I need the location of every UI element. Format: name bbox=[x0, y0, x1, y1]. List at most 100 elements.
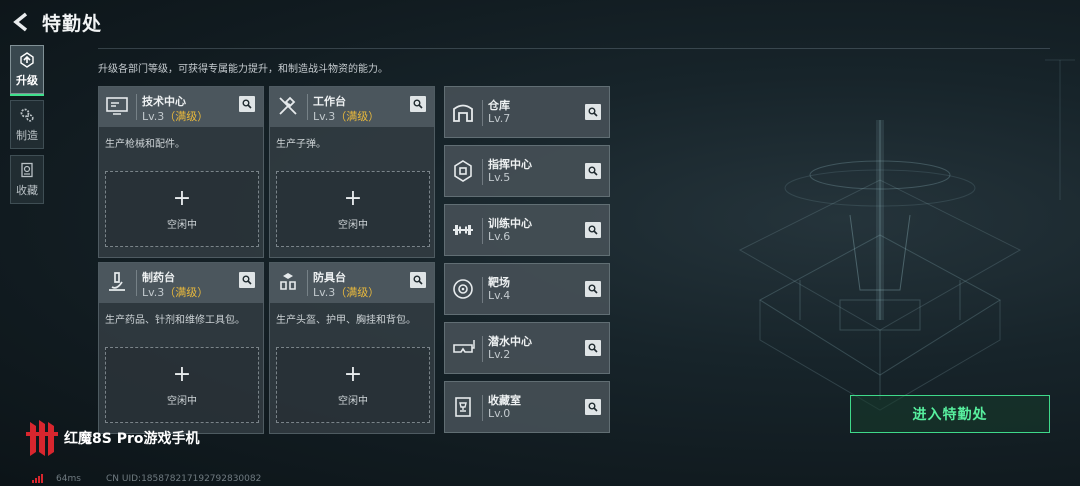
collection-icon bbox=[21, 162, 33, 177]
card-separator bbox=[482, 336, 483, 362]
facility-level: Lv.3（满级） bbox=[313, 110, 380, 123]
inspect-button[interactable] bbox=[585, 340, 601, 356]
search-icon bbox=[588, 107, 598, 117]
inspect-button[interactable] bbox=[585, 281, 601, 297]
facility-description: 生产枪械和配件。 bbox=[105, 139, 185, 150]
nav-label-collection: 收藏 bbox=[16, 183, 38, 197]
inspect-button[interactable] bbox=[585, 104, 601, 120]
inspect-button[interactable] bbox=[239, 272, 255, 288]
max-level-tag: （满级） bbox=[335, 110, 380, 123]
header-bar: 特勤处 bbox=[0, 0, 1080, 44]
card-separator bbox=[307, 94, 308, 120]
card-separator bbox=[482, 159, 483, 185]
facility-card-armor-bench: 防具台 Lv.3（满级） 生产头盔、护甲、胸挂和背包。 + 空闲中 bbox=[269, 262, 435, 434]
department-card-shooting-range[interactable]: 靶场 Lv.4 bbox=[444, 263, 610, 315]
card-separator bbox=[307, 270, 308, 296]
facility-name: 防具台 bbox=[313, 271, 346, 284]
signal-icon bbox=[32, 474, 43, 483]
warehouse-icon bbox=[453, 104, 473, 122]
card-header[interactable]: 制药台 Lv.3（满级） bbox=[99, 263, 263, 303]
ping-readout: 64ms bbox=[56, 474, 81, 484]
search-icon bbox=[588, 343, 598, 353]
search-icon bbox=[413, 275, 423, 285]
max-level-tag: （满级） bbox=[335, 286, 380, 299]
inspect-button[interactable] bbox=[585, 163, 601, 179]
nav-tab-collection[interactable]: 收藏 bbox=[10, 155, 44, 204]
inspect-button[interactable] bbox=[410, 96, 426, 112]
search-icon bbox=[413, 99, 423, 109]
nav-tab-upgrade[interactable]: 升级 bbox=[10, 45, 44, 96]
page-description: 升级各部门等级，可获得专属能力提升，和制造战斗物资的能力。 bbox=[98, 64, 388, 75]
department-name: 靶场 bbox=[488, 276, 510, 289]
red-magic-logo-icon bbox=[26, 420, 58, 456]
card-separator bbox=[482, 218, 483, 244]
add-icon: + bbox=[343, 185, 363, 211]
card-header[interactable]: 工作台 Lv.3（满级） bbox=[270, 87, 434, 127]
chip-icon bbox=[454, 160, 472, 182]
slot-status: 空闲中 bbox=[167, 395, 197, 407]
player-uid: CN UID:1858782171927928300​82 bbox=[106, 474, 262, 484]
production-slot[interactable]: + 空闲中 bbox=[276, 171, 430, 247]
facility-level: Lv.3（满级） bbox=[313, 286, 380, 299]
facility-description: 生产药品、针剂和维修工具包。 bbox=[105, 315, 245, 326]
search-icon bbox=[588, 284, 598, 294]
inspect-button[interactable] bbox=[585, 222, 601, 238]
department-card-training-center[interactable]: 训练中心 Lv.6 bbox=[444, 204, 610, 256]
department-name: 潜水中心 bbox=[488, 335, 532, 348]
dumbbell-icon bbox=[453, 225, 473, 235]
department-level: Lv.2 bbox=[488, 348, 511, 361]
inspect-button[interactable] bbox=[239, 96, 255, 112]
inspect-button[interactable] bbox=[410, 272, 426, 288]
facility-name: 工作台 bbox=[313, 95, 346, 108]
upgrade-icon bbox=[20, 51, 34, 68]
department-level: Lv.6 bbox=[488, 230, 511, 243]
page-title: 特勤处 bbox=[42, 12, 103, 35]
back-button[interactable] bbox=[8, 9, 34, 35]
search-icon bbox=[242, 99, 252, 109]
department-level: Lv.0 bbox=[488, 407, 511, 420]
production-slot[interactable]: + 空闲中 bbox=[276, 347, 430, 423]
monitor-icon bbox=[106, 97, 128, 115]
header-divider bbox=[98, 48, 1050, 49]
department-name: 收藏室 bbox=[488, 394, 521, 407]
nav-tab-craft[interactable]: 制造 bbox=[10, 100, 44, 149]
back-arrow-icon bbox=[13, 12, 28, 32]
department-card-command-center[interactable]: 指挥中心 Lv.5 bbox=[444, 145, 610, 197]
card-separator bbox=[482, 100, 483, 126]
microscope-icon bbox=[109, 272, 125, 291]
facility-description: 生产子弹。 bbox=[276, 139, 326, 150]
card-header[interactable]: 技术中心 Lv.3（满级） bbox=[99, 87, 263, 127]
add-icon: + bbox=[172, 185, 192, 211]
production-slot[interactable]: + 空闲中 bbox=[105, 171, 259, 247]
search-icon bbox=[588, 402, 598, 412]
department-card-warehouse[interactable]: 仓库 Lv.7 bbox=[444, 86, 610, 138]
diving-mask-icon bbox=[453, 340, 475, 353]
search-icon bbox=[588, 225, 598, 235]
add-icon: + bbox=[172, 361, 192, 387]
trophy-case-icon bbox=[455, 397, 471, 417]
status-footer: 64ms CN UID:1858782171927928300​82 bbox=[0, 472, 1080, 486]
facility-card-workbench: 工作台 Lv.3（满级） 生产子弹。 + 空闲中 bbox=[269, 86, 435, 258]
slot-status: 空闲中 bbox=[167, 219, 197, 231]
armor-icon bbox=[280, 273, 296, 290]
department-card-collection-room[interactable]: 收藏室 Lv.0 bbox=[444, 381, 610, 433]
watermark-text: 红魔8S Pro游戏手机 bbox=[64, 431, 200, 447]
facility-card-pharmacy: 制药台 Lv.3（满级） 生产药品、针剂和维修工具包。 + 空闲中 bbox=[98, 262, 264, 434]
facility-description: 生产头盔、护甲、胸挂和背包。 bbox=[276, 315, 416, 326]
facility-card-tech-center: 技术中心 Lv.3（满级） 生产枪械和配件。 + 空闲中 bbox=[98, 86, 264, 258]
department-level: Lv.4 bbox=[488, 289, 511, 302]
inspect-button[interactable] bbox=[585, 399, 601, 415]
enter-special-ops-button[interactable]: 进入特勤处 bbox=[850, 395, 1050, 433]
device-watermark: 红魔8S Pro游戏手机 bbox=[26, 418, 199, 458]
nav-label-upgrade: 升级 bbox=[16, 73, 38, 87]
department-name: 训练中心 bbox=[488, 217, 532, 230]
department-name: 仓库 bbox=[488, 99, 510, 112]
card-separator bbox=[482, 277, 483, 303]
department-card-diving-center[interactable]: 潜水中心 Lv.2 bbox=[444, 322, 610, 374]
card-separator bbox=[136, 94, 137, 120]
card-header[interactable]: 防具台 Lv.3（满级） bbox=[270, 263, 434, 303]
department-name: 指挥中心 bbox=[488, 158, 532, 171]
production-slot[interactable]: + 空闲中 bbox=[105, 347, 259, 423]
add-icon: + bbox=[343, 361, 363, 387]
max-level-tag: （满级） bbox=[164, 110, 209, 123]
